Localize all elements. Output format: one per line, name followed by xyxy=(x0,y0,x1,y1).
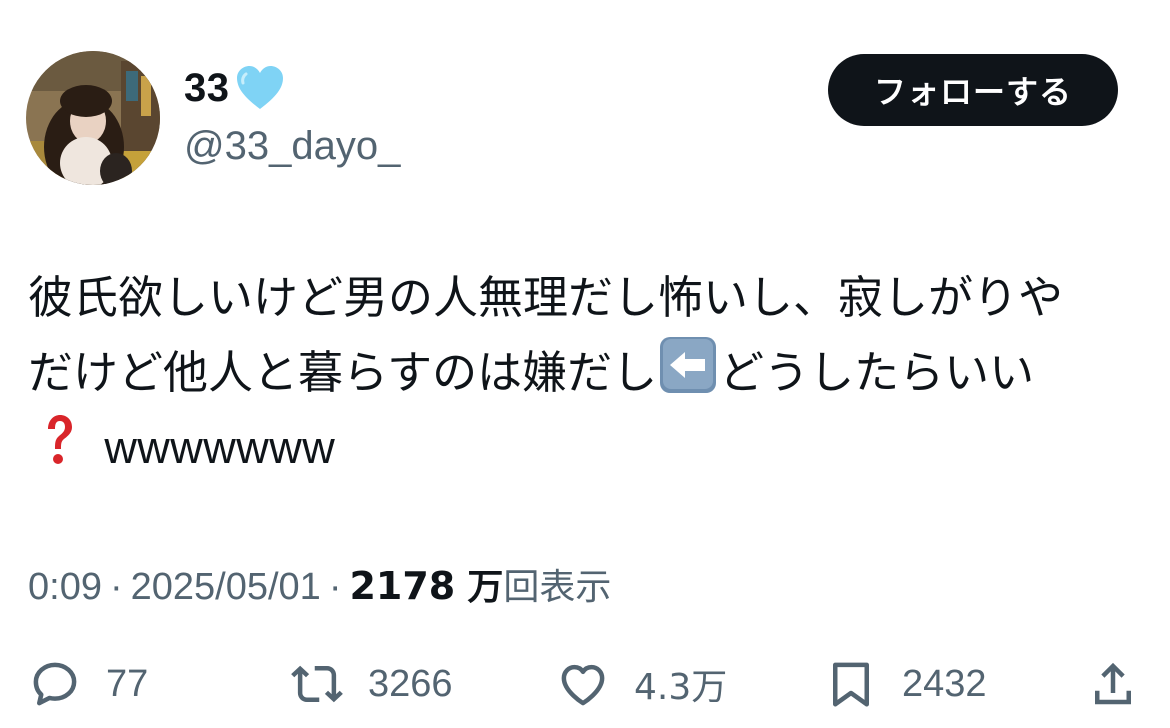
reply-count: 77 xyxy=(106,662,149,705)
light-blue-heart-icon xyxy=(236,66,283,109)
views-label: 回表示 xyxy=(503,567,612,608)
display-name-text: 33 xyxy=(184,65,230,110)
reply-button[interactable]: 77 xyxy=(28,648,148,720)
heart-icon xyxy=(561,664,605,706)
meta-separator: · xyxy=(328,566,342,608)
action-bar: 77 3266 4.3万 2432 xyxy=(0,648,1170,720)
avatar-photo xyxy=(26,51,160,185)
bookmark-button[interactable]: 2432 xyxy=(824,648,987,720)
tweet-line-2: だけど他人と暮らすのは嫌だし どうしたらいい xyxy=(28,334,1143,409)
user-handle[interactable]: @33_dayo_ xyxy=(184,124,400,169)
views-unit: 万 xyxy=(467,567,504,608)
tweet-line-3: wwwwwww xyxy=(28,409,1143,484)
views-count: 2178 xyxy=(349,564,456,608)
tweet-card: 33 @33_dayo_ フォローする 彼氏欲しいけど男の人無理だし怖いし、寂し… xyxy=(0,0,1170,728)
question-mark-icon xyxy=(48,415,72,464)
tweet-line-1: 彼氏欲しいけど男の人無理だし怖いし、寂しがりや xyxy=(28,271,1064,324)
retweet-icon xyxy=(291,665,343,703)
bookmark-count: 2432 xyxy=(902,662,987,705)
tweet-line-2-text-a: だけど他人と暮らすのは嫌だし xyxy=(28,346,658,399)
retweet-button[interactable]: 3266 xyxy=(290,648,453,720)
like-count: 4.3万 xyxy=(634,667,728,708)
tweet-line-2-text-b: どうしたらいい xyxy=(719,346,1035,399)
share-button[interactable] xyxy=(1086,648,1140,720)
avatar[interactable] xyxy=(26,51,160,185)
retweet-count: 3266 xyxy=(368,662,453,705)
like-button[interactable]: 4.3万 xyxy=(556,648,727,720)
display-name[interactable]: 33 xyxy=(184,64,286,112)
tweet-text: 彼氏欲しいけど男の人無理だし怖いし、寂しがりや だけど他人と暮らすのは嫌だし ど… xyxy=(28,262,1143,484)
follow-button[interactable]: フォローする xyxy=(828,54,1118,126)
reply-icon xyxy=(33,662,77,706)
bookmark-icon xyxy=(833,662,869,707)
tweet-time[interactable]: 0:09 xyxy=(28,566,102,608)
meta-separator: · xyxy=(109,566,123,608)
tweet-laugh-text: wwwwwww xyxy=(104,422,336,473)
tweet-meta: 0:09 · 2025/05/01 · 2178 万回表示 xyxy=(28,558,611,610)
tweet-date[interactable]: 2025/05/01 xyxy=(131,566,321,608)
left-arrow-icon xyxy=(660,337,717,393)
share-icon xyxy=(1095,662,1131,705)
